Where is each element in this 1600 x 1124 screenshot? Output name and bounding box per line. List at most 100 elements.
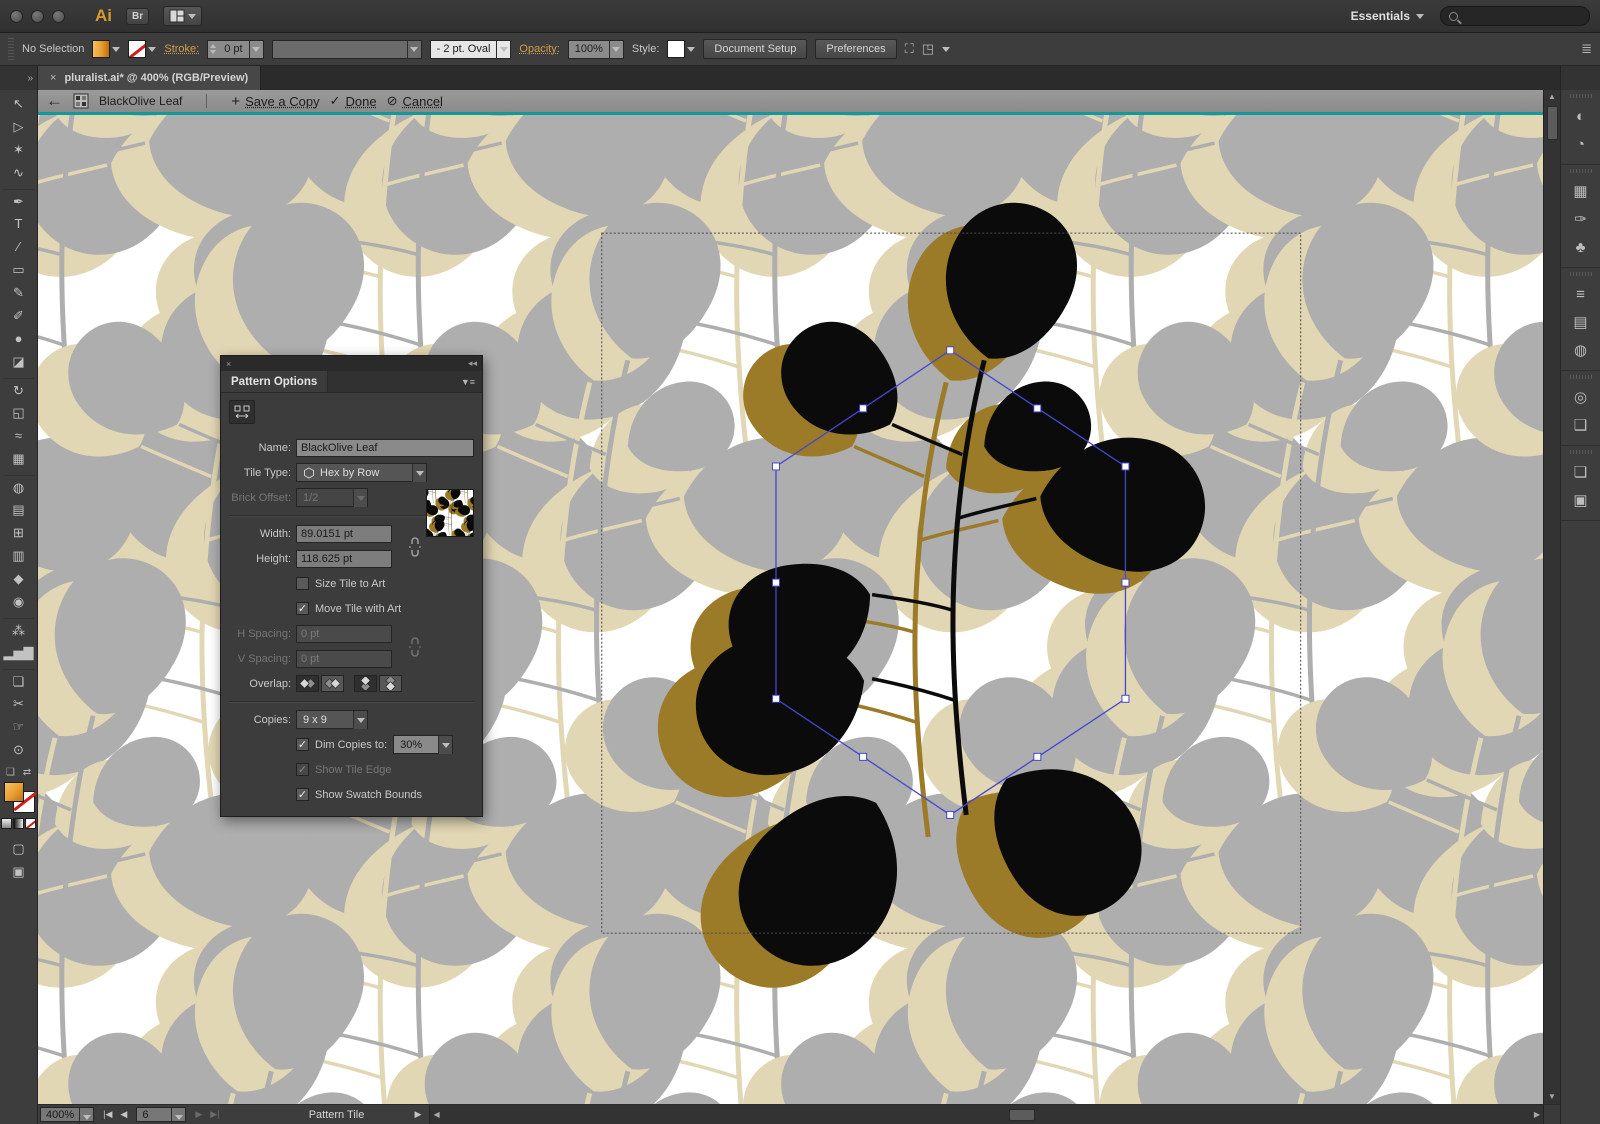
show-swatch-bounds-row[interactable]: ✓ Show Swatch Bounds <box>296 785 474 804</box>
overlap-right-in-front-button[interactable] <box>321 675 344 692</box>
tile-edge-handle[interactable] <box>772 463 779 470</box>
tile-type-dropdown[interactable]: Hex by Row <box>296 463 427 482</box>
artboards-panel-button[interactable]: ▣ <box>1566 486 1596 514</box>
workspace-switcher[interactable]: Essentials <box>1351 9 1424 23</box>
fill-swatch[interactable] <box>92 40 110 58</box>
chevron-down-icon[interactable] <box>353 711 367 729</box>
dock-gripper[interactable] <box>1570 272 1592 276</box>
brush-definition-combo[interactable] <box>272 40 422 59</box>
lasso-tool[interactable]: ∿ <box>6 161 32 184</box>
line-segment-tool[interactable]: ∕ <box>6 235 32 258</box>
last-artboard-button[interactable]: ▶| <box>207 1109 222 1120</box>
tile-edge-handle[interactable] <box>772 695 779 702</box>
artboard-tool[interactable]: ❏ <box>3 669 35 692</box>
drawing-modes-button[interactable]: ▢ <box>6 837 32 860</box>
brushes-panel-button[interactable]: ✑ <box>1566 205 1596 233</box>
overlap-top-in-front-button[interactable] <box>354 675 377 692</box>
move-tile-checkbox[interactable]: ✓ <box>296 602 309 615</box>
next-artboard-button[interactable]: ▶ <box>192 1109 205 1120</box>
document-tab[interactable]: × pluralist.ai* @ 400% (RGB/Preview) <box>38 66 261 90</box>
paintbrush-tool[interactable]: ✎ <box>6 281 32 304</box>
status-menu-icon[interactable]: ▶ <box>407 1105 430 1124</box>
appearance-panel-button[interactable]: ◎ <box>1566 383 1596 411</box>
arrange-documents-button[interactable] <box>163 6 202 26</box>
blob-brush-tool[interactable]: ● <box>6 327 32 350</box>
chevron-down-icon[interactable] <box>942 47 950 52</box>
transparency-panel-button[interactable]: ◍ <box>1566 336 1596 364</box>
screen-mode-button[interactable]: ▣ <box>6 860 32 883</box>
close-window-button[interactable] <box>10 10 23 23</box>
scroll-left-icon[interactable]: ◀ <box>433 1110 439 1120</box>
move-tile-with-art-row[interactable]: ✓ Move Tile with Art <box>296 599 474 618</box>
stroke-color-control[interactable] <box>128 40 156 58</box>
bridge-button[interactable]: Br <box>126 8 149 25</box>
graphic-styles-panel-button[interactable]: ❑ <box>1566 411 1596 439</box>
dock-gripper[interactable] <box>1570 169 1592 173</box>
hand-tool[interactable]: ☞ <box>6 715 32 738</box>
size-tile-to-art-row[interactable]: Size Tile to Art <box>296 574 474 593</box>
cancel-button[interactable]: ⊘ Cancel <box>387 93 443 109</box>
shape-builder-tool[interactable]: ◍ <box>3 475 35 498</box>
toolbar-expand-button[interactable]: » <box>0 66 38 90</box>
scroll-down-icon[interactable]: ▼ <box>1548 1092 1556 1102</box>
default-fill-stroke-icon[interactable]: ❑ <box>6 767 15 778</box>
swap-fill-stroke-icon[interactable]: ⇄ <box>23 767 31 778</box>
dock-gripper[interactable] <box>1570 450 1592 454</box>
tile-width-input[interactable] <box>296 525 392 543</box>
artboard-number-combo[interactable]: 6 <box>136 1107 186 1122</box>
width-profile-combo[interactable]: - 2 pt. Oval <box>430 40 512 59</box>
chevron-down-icon[interactable] <box>407 41 421 59</box>
chevron-down-icon[interactable] <box>609 41 623 59</box>
gradient-mode-button[interactable] <box>13 818 24 829</box>
exit-pattern-mode-icon[interactable]: ← <box>46 91 63 111</box>
zoom-level-combo[interactable]: 400% <box>40 1107 94 1122</box>
dock-gripper[interactable] <box>1570 94 1592 98</box>
pen-tool[interactable]: ✒ <box>3 189 35 212</box>
first-artboard-button[interactable]: |◀ <box>100 1109 115 1120</box>
gradient-panel-button[interactable]: ▤ <box>1566 308 1596 336</box>
eyedropper-tool[interactable]: ◆ <box>6 567 32 590</box>
zoom-window-button[interactable] <box>52 10 65 23</box>
magic-wand-tool[interactable]: ✶ <box>6 138 32 161</box>
free-transform-tool[interactable]: ▦ <box>6 447 32 470</box>
pattern-name-input[interactable] <box>296 439 474 457</box>
panel-collapse-icon[interactable]: ◂◂ <box>468 358 477 369</box>
preferences-button[interactable]: Preferences <box>815 39 896 59</box>
symbols-panel-button[interactable]: ♣ <box>1566 233 1596 261</box>
stroke-panel-button[interactable]: ≡ <box>1566 280 1596 308</box>
scroll-right-icon[interactable]: ▶ <box>1534 1110 1540 1120</box>
tile-edge-handle[interactable] <box>1034 405 1041 412</box>
size-tile-checkbox[interactable] <box>296 577 309 590</box>
fill-stroke-indicator[interactable] <box>4 782 34 812</box>
tile-edge-handle[interactable] <box>1122 579 1129 586</box>
tile-edge-handle[interactable] <box>1034 753 1041 760</box>
minimize-window-button[interactable] <box>31 10 44 23</box>
none-mode-button[interactable] <box>25 818 36 829</box>
vertical-scrollbar[interactable]: ▲ ▼ <box>1543 90 1560 1104</box>
dock-gripper[interactable] <box>1570 375 1592 379</box>
vertical-scroll-thumb[interactable] <box>1547 106 1558 140</box>
style-swatch[interactable] <box>667 40 685 58</box>
close-tab-icon[interactable]: × <box>50 72 56 84</box>
chevron-down-icon[interactable] <box>496 41 510 59</box>
dim-percent-dropdown[interactable]: 30% <box>393 735 453 754</box>
scale-tool[interactable]: ◱ <box>6 401 32 424</box>
layers-panel-button[interactable]: ❏ <box>1566 458 1596 486</box>
tile-edge-handle[interactable] <box>1122 695 1129 702</box>
tile-edge-handle[interactable] <box>947 347 954 354</box>
status-display[interactable]: Pattern Tile <box>267 1105 407 1124</box>
zoom-tool[interactable]: ⊙ <box>6 738 32 761</box>
gradient-tool[interactable]: ▥ <box>6 544 32 567</box>
tile-edge-handle[interactable] <box>860 405 867 412</box>
zoom-selection-icon[interactable]: ⛶ <box>905 41 914 57</box>
slice-tool[interactable]: ✂ <box>6 692 32 715</box>
chevron-down-icon[interactable] <box>249 41 263 59</box>
panel-menu-icon[interactable]: ▼≡ <box>454 371 482 392</box>
pattern-options-tab[interactable]: Pattern Options <box>221 371 328 392</box>
stroke-weight-combo[interactable]: 0 pt <box>207 40 263 59</box>
dim-copies-checkbox[interactable]: ✓ <box>296 738 309 751</box>
previous-artboard-button[interactable]: ◀ <box>117 1109 130 1120</box>
fill-indicator[interactable] <box>4 782 24 802</box>
color-panel-button[interactable]: ◐ <box>1566 102 1596 130</box>
overlap-bottom-in-front-button[interactable] <box>379 675 402 692</box>
